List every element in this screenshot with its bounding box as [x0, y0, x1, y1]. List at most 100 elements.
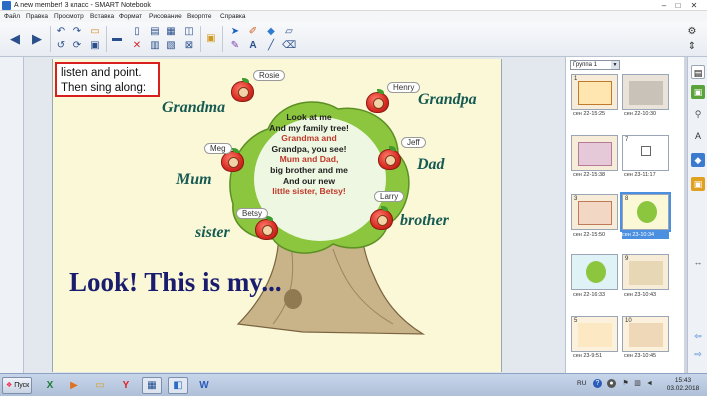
- thumbnail-label: сен 23-10:43: [624, 292, 657, 298]
- apple-brother-icon[interactable]: [370, 206, 393, 230]
- menu-help[interactable]: Справка: [220, 11, 246, 22]
- page-icon[interactable]: ▯: [130, 25, 144, 39]
- magic-pen-icon[interactable]: ✎: [228, 39, 242, 53]
- word-icon[interactable]: W: [194, 377, 214, 394]
- settings-tray-icon[interactable]: ●: [607, 379, 616, 388]
- slide-canvas[interactable]: listen and point. Then sing along: Look …: [52, 59, 502, 372]
- flag-icon[interactable]: ⚑: [621, 379, 630, 388]
- camera-icon[interactable]: ◫: [182, 25, 196, 39]
- copy-page-icon[interactable]: ▤: [148, 25, 162, 39]
- thumbnail-label: сен 23-10:45: [624, 353, 657, 359]
- left-strip: [0, 57, 24, 373]
- right-arrow-icon[interactable]: ⇨: [691, 347, 705, 361]
- text-icon[interactable]: A: [246, 39, 260, 53]
- addons-icon[interactable]: ▣: [204, 32, 218, 46]
- apple-betsy-icon[interactable]: [255, 216, 278, 240]
- menu-addons[interactable]: Вкорпте: [187, 11, 212, 22]
- page-thumbnail[interactable]: 10: [622, 316, 669, 352]
- page-sorter-tab-icon[interactable]: ▤: [691, 65, 705, 79]
- name-tag-jeff: Jeff: [401, 137, 426, 148]
- group-dropdown[interactable]: Группа 1 ▼: [570, 60, 620, 70]
- thumbnail-label: сен 22-15:25: [573, 111, 606, 117]
- left-arrow-icon[interactable]: ⇦: [691, 329, 705, 343]
- word-grandpa[interactable]: Grandpa: [418, 91, 477, 109]
- minimize-button[interactable]: –: [658, 0, 670, 11]
- menu-draw[interactable]: Рисование: [149, 11, 182, 22]
- smart-notebook-icon[interactable]: ◧: [168, 377, 188, 394]
- pen-icon[interactable]: ✐: [246, 25, 260, 39]
- word-dad[interactable]: Dad: [417, 156, 445, 174]
- close-button[interactable]: ✕: [688, 0, 700, 11]
- volume-icon[interactable]: ◄: [645, 379, 654, 388]
- media-player-icon[interactable]: ▶: [64, 377, 84, 394]
- move-toolbar-icon[interactable]: ⇕: [685, 40, 699, 54]
- page-thumbnail[interactable]: 5: [571, 316, 618, 352]
- save-icon[interactable]: ▣: [88, 39, 102, 53]
- lesson-activity-tab-icon[interactable]: ▣: [691, 177, 705, 191]
- yandex-browser-icon[interactable]: Y: [116, 377, 136, 394]
- line-icon[interactable]: ╱: [264, 39, 278, 53]
- table-icon[interactable]: ▦: [164, 25, 178, 39]
- fullscreen-icon[interactable]: ⊠: [182, 39, 196, 53]
- menu-view[interactable]: Просмотр: [54, 11, 84, 22]
- back-arrow-icon[interactable]: ◀: [8, 32, 22, 46]
- excel-icon[interactable]: X: [40, 377, 60, 394]
- gallery-tab-icon[interactable]: ▣: [691, 85, 705, 99]
- clock[interactable]: 15:43 03.02.2018: [663, 377, 703, 393]
- start-button[interactable]: ❖ Пуск: [2, 377, 32, 394]
- network-icon[interactable]: ▥: [633, 379, 642, 388]
- delete-icon[interactable]: ✕: [130, 39, 144, 53]
- app-window-icon[interactable]: ▦: [142, 377, 162, 394]
- refresh-icon[interactable]: ⟳: [70, 39, 84, 53]
- folder-icon[interactable]: ▭: [90, 377, 110, 394]
- page-thumbnail[interactable]: [622, 74, 669, 110]
- page-thumbnail[interactable]: 3: [571, 194, 618, 230]
- word-brother[interactable]: brother: [400, 212, 449, 230]
- apple-dad-icon[interactable]: [378, 146, 401, 170]
- screen-icon[interactable]: ▬: [110, 32, 124, 46]
- apple-grandma-icon[interactable]: [231, 78, 254, 102]
- attachments-tab-icon[interactable]: ⚲: [691, 107, 705, 121]
- menu-bar: Файл Правка Просмотр Вставка Формат Рисо…: [0, 11, 707, 22]
- resize-arrows-icon[interactable]: ↔: [691, 255, 705, 269]
- page-thumbnail[interactable]: 9: [622, 254, 669, 290]
- song-lyrics: Look at me And my family tree! Grandma a…: [249, 112, 369, 197]
- maximize-button[interactable]: □: [672, 0, 684, 11]
- word-grandma[interactable]: Grandma: [162, 99, 225, 117]
- lyric-line: Grandma and: [281, 133, 337, 144]
- word-sister[interactable]: sister: [195, 224, 230, 242]
- help-icon[interactable]: ?: [593, 379, 602, 388]
- select-pointer-icon[interactable]: ➤: [228, 25, 242, 39]
- forward-arrow-icon[interactable]: ▶: [30, 32, 44, 46]
- thumbnail-label: сен 22-15:50: [573, 232, 606, 238]
- page-thumbnail[interactable]: 7: [622, 135, 669, 171]
- menu-insert[interactable]: Вставка: [90, 11, 114, 22]
- apple-grandpa-icon[interactable]: [366, 89, 389, 113]
- look-heading[interactable]: Look! This is my...: [69, 267, 282, 298]
- properties-tab-icon[interactable]: A: [691, 129, 705, 143]
- page-thumbnail[interactable]: [571, 135, 618, 171]
- shape-eraser-icon[interactable]: ⌫: [282, 39, 296, 53]
- open-file-icon[interactable]: ▭: [88, 25, 102, 39]
- screen-shade-icon[interactable]: ▥: [148, 39, 162, 53]
- addons-tab-icon[interactable]: ◆: [691, 153, 705, 167]
- language-indicator[interactable]: RU: [577, 380, 586, 387]
- undo-icon[interactable]: ↶: [54, 25, 68, 39]
- redo-small-icon[interactable]: ↺: [54, 39, 68, 53]
- page-thumbnail-selected[interactable]: 8: [620, 192, 671, 232]
- thumbnail-label: сен 22-16:33: [573, 292, 606, 298]
- word-mum[interactable]: Mum: [176, 171, 212, 189]
- menu-format[interactable]: Формат: [119, 11, 142, 22]
- page-thumbnail[interactable]: 1: [571, 74, 618, 110]
- gear-icon[interactable]: ⚙: [685, 25, 699, 39]
- eraser-icon[interactable]: ▱: [282, 25, 296, 39]
- fill-icon[interactable]: ◆: [264, 25, 278, 39]
- document-icon[interactable]: ▧: [164, 39, 178, 53]
- menu-edit[interactable]: Правка: [26, 11, 48, 22]
- name-tag-betsy: Betsy: [236, 208, 269, 219]
- instruction-box[interactable]: listen and point. Then sing along:: [55, 62, 160, 97]
- redo-icon[interactable]: ↷: [70, 25, 84, 39]
- menu-file[interactable]: Файл: [4, 11, 20, 22]
- apple-mum-icon[interactable]: [221, 148, 244, 172]
- page-thumbnail[interactable]: [571, 254, 618, 290]
